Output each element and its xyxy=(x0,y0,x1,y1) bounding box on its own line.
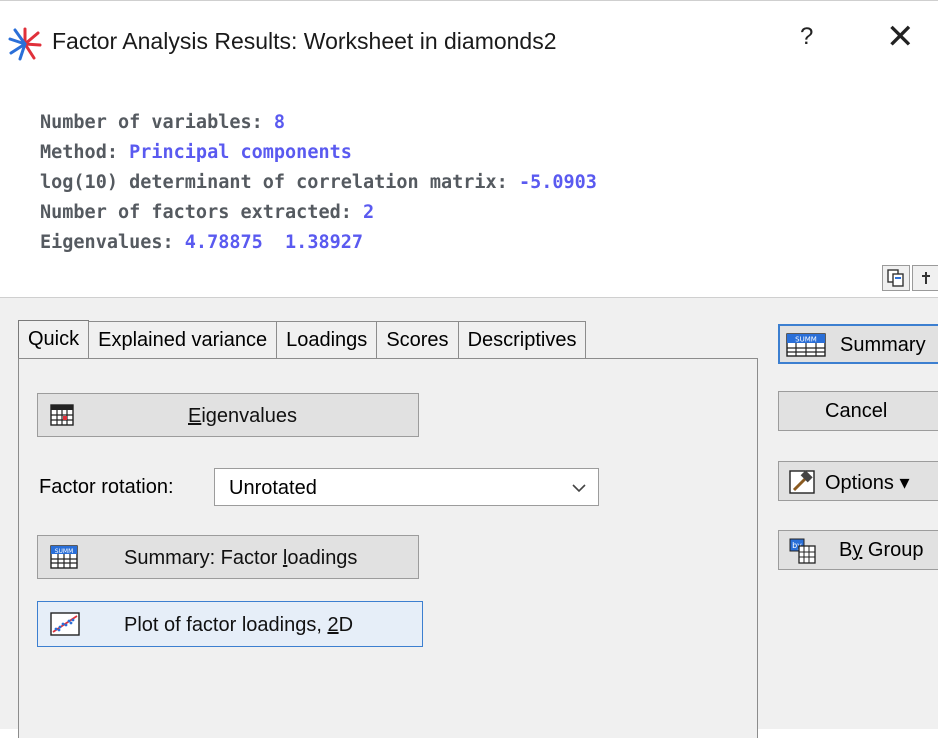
tab-explained-variance[interactable]: Explained variance xyxy=(88,321,278,359)
by-group-icon: by xyxy=(789,538,816,564)
eigenvalues-button-label: Eigenvalues xyxy=(188,405,297,427)
analysis-summary: Number of variables: 8 Method: Principal… xyxy=(40,108,597,258)
summary-table-icon: SUMM xyxy=(50,545,78,569)
options-button-label: Options ▾ xyxy=(825,472,910,494)
summary-button[interactable]: SUMM Summary xyxy=(778,324,938,364)
factor-rotation-value: Unrotated xyxy=(229,477,317,499)
variables-row: Number of variables: 8 xyxy=(40,112,286,133)
cancel-button[interactable]: Cancel xyxy=(778,391,938,431)
determinant-row: log(10) determinant of correlation matri… xyxy=(40,172,597,193)
pin-button[interactable] xyxy=(912,265,938,291)
by-group-button[interactable]: by By Group xyxy=(778,530,938,570)
summary-table-icon: SUMM xyxy=(786,333,826,357)
method-row: Method: Principal components xyxy=(40,142,352,163)
plot-factor-loadings-2d-button[interactable]: Plot of factor loadings, 2D xyxy=(37,601,423,647)
plot-factor-loadings-2d-label: Plot of factor loadings, 2D xyxy=(124,614,354,636)
tab-quick[interactable]: Quick xyxy=(18,320,90,361)
summary-factor-loadings-button[interactable]: SUMM Summary: Factor loadings xyxy=(37,535,419,579)
title-bar: Factor Analysis Results: Worksheet in di… xyxy=(0,0,938,83)
help-button[interactable]: ? xyxy=(800,23,813,51)
chevron-down-icon xyxy=(572,484,586,493)
dropdown-arrow-icon: ▾ xyxy=(899,472,910,494)
svg-text:SUMM: SUMM xyxy=(55,548,74,555)
options-dialog: Quick Explained variance Loadings Scores… xyxy=(0,297,938,738)
statistica-app-icon xyxy=(8,27,42,61)
eigenvalues-button[interactable]: Eigenvalues xyxy=(37,393,419,437)
factor-rotation-select[interactable]: Unrotated xyxy=(214,468,599,506)
tab-loadings[interactable]: Loadings xyxy=(276,321,378,359)
window-title: Factor Analysis Results: Worksheet in di… xyxy=(52,28,557,54)
grid-table-icon xyxy=(50,404,74,426)
copy-button[interactable] xyxy=(882,265,910,291)
options-button[interactable]: Options ▾ xyxy=(778,461,938,501)
close-button[interactable]: ✕ xyxy=(886,17,915,57)
svg-text:SUMM: SUMM xyxy=(795,336,817,344)
tab-descriptives[interactable]: Descriptives xyxy=(457,321,587,359)
options-hammer-icon xyxy=(789,470,815,494)
summary-button-label: Summary xyxy=(840,334,926,356)
summary-factor-loadings-label: Summary: Factor loadings xyxy=(124,547,358,569)
factor-rotation-label: Factor rotation: xyxy=(39,476,174,498)
by-group-button-label: By Group xyxy=(839,539,924,561)
quick-tab-panel: Eigenvalues Factor rotation: Unrotated S… xyxy=(18,358,758,738)
copy-icon xyxy=(887,269,904,287)
tab-scores[interactable]: Scores xyxy=(376,321,459,359)
scatterplot-icon xyxy=(50,612,80,636)
cancel-button-label: Cancel xyxy=(825,400,888,422)
pin-icon xyxy=(922,272,930,284)
eigenvalues-row: Eigenvalues: 4.78875 1.38927 xyxy=(40,232,364,253)
tab-strip: Quick Explained variance Loadings Scores… xyxy=(18,320,587,361)
factors-row: Number of factors extracted: 2 xyxy=(40,202,375,223)
